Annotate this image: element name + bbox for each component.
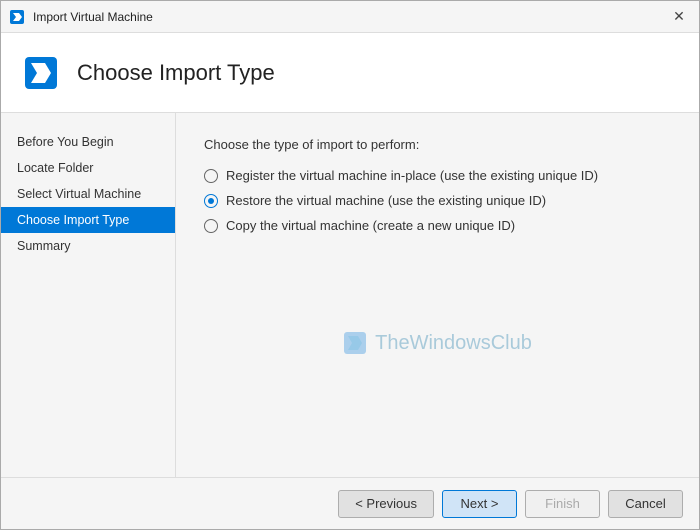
watermark-icon <box>343 331 367 355</box>
window-title: Import Virtual Machine <box>33 10 667 24</box>
title-bar: Import Virtual Machine ✕ <box>1 1 699 33</box>
sidebar-item-choose-import-type[interactable]: Choose Import Type <box>1 207 175 233</box>
previous-button[interactable]: < Previous <box>338 490 434 518</box>
radio-restore-existing-id-label: Restore the virtual machine (use the exi… <box>226 193 546 208</box>
radio-restore-existing-id-input[interactable] <box>204 194 218 208</box>
cancel-button[interactable]: Cancel <box>608 490 683 518</box>
radio-copy-new-id-input[interactable] <box>204 219 218 233</box>
radio-copy-new-id-label: Copy the virtual machine (create a new u… <box>226 218 515 233</box>
wizard-footer: < Previous Next > Finish Cancel <box>1 477 699 529</box>
wizard-content: Before You Begin Locate Folder Select Vi… <box>1 113 699 477</box>
watermark-text: TheWindowsClub <box>375 332 532 355</box>
radio-restore-existing-id[interactable]: Restore the virtual machine (use the exi… <box>204 193 671 208</box>
header-icon <box>21 53 61 93</box>
sidebar-item-locate-folder[interactable]: Locate Folder <box>1 155 175 181</box>
wizard-header: Choose Import Type <box>1 33 699 113</box>
finish-button[interactable]: Finish <box>525 490 600 518</box>
radio-copy-new-id[interactable]: Copy the virtual machine (create a new u… <box>204 218 671 233</box>
watermark: TheWindowsClub <box>204 233 671 453</box>
sidebar-item-select-virtual-machine[interactable]: Select Virtual Machine <box>1 181 175 207</box>
sidebar-item-summary[interactable]: Summary <box>1 233 175 259</box>
wizard-main: Choose the type of import to perform: Re… <box>176 113 699 477</box>
next-button[interactable]: Next > <box>442 490 517 518</box>
window-icon <box>9 9 25 25</box>
main-question: Choose the type of import to perform: <box>204 137 671 152</box>
radio-register-inplace[interactable]: Register the virtual machine in-place (u… <box>204 168 671 183</box>
header-title: Choose Import Type <box>77 60 275 86</box>
import-virtual-machine-window: Import Virtual Machine ✕ Choose Import T… <box>0 0 700 530</box>
import-type-options: Register the virtual machine in-place (u… <box>204 168 671 233</box>
wizard-sidebar: Before You Begin Locate Folder Select Vi… <box>1 113 176 477</box>
sidebar-item-before-you-begin[interactable]: Before You Begin <box>1 129 175 155</box>
radio-register-inplace-label: Register the virtual machine in-place (u… <box>226 168 598 183</box>
close-button[interactable]: ✕ <box>667 5 691 29</box>
radio-register-inplace-input[interactable] <box>204 169 218 183</box>
